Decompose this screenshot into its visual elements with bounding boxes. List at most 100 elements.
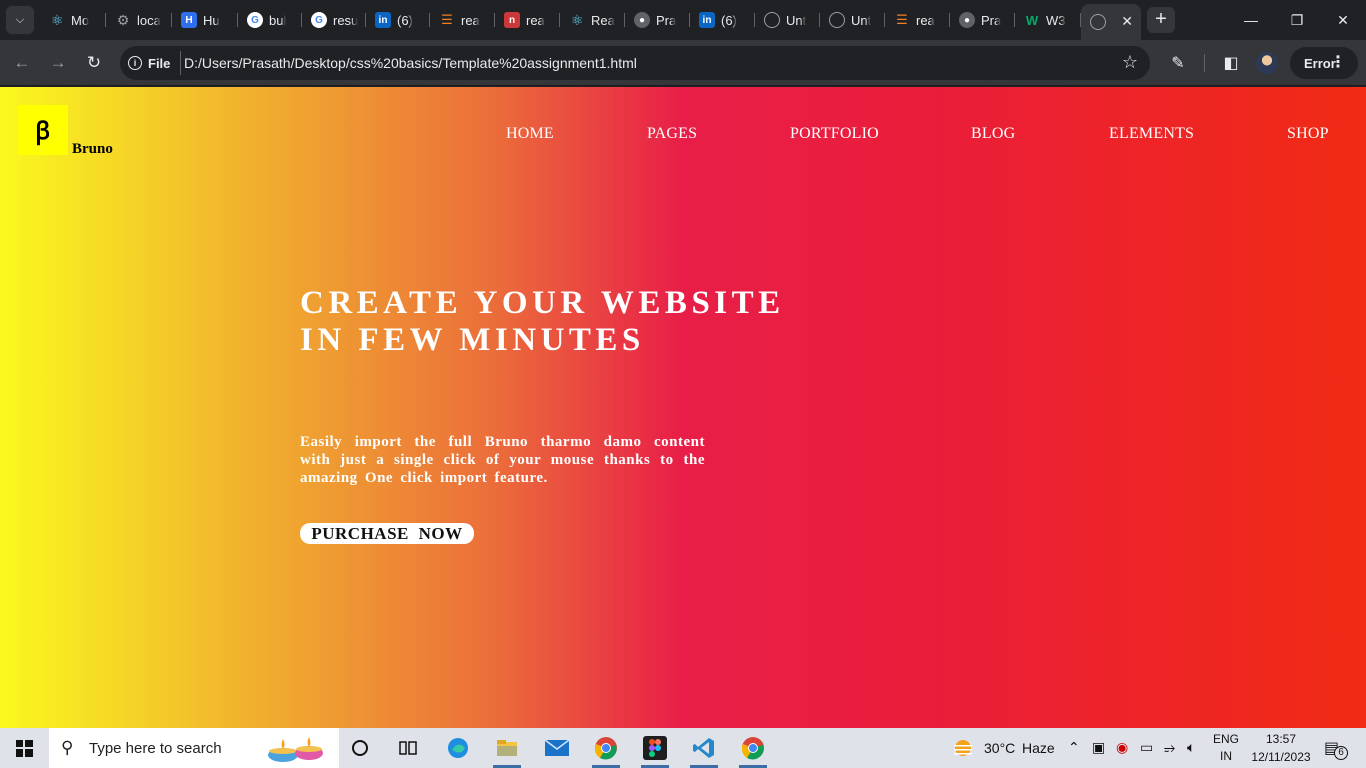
stackoverflow-icon: ☰ bbox=[441, 12, 453, 27]
tab-title: rea bbox=[526, 12, 545, 28]
brand-name: Bruno bbox=[72, 141, 113, 157]
weather-description[interactable]: Haze bbox=[1022, 740, 1055, 756]
w3schools-icon: W bbox=[1025, 12, 1039, 28]
chrome-app[interactable] bbox=[584, 728, 628, 768]
page-viewport: ꞵ Bruno HOME PAGES PORTFOLIO BLOG ELEMEN… bbox=[0, 87, 1366, 728]
npm-icon: n bbox=[504, 12, 520, 28]
address-bar[interactable]: i File D:/Users/Prasath/Desktop/css%20ba… bbox=[120, 46, 1150, 80]
hero-description: Easily import the full Bruno tharmo damo… bbox=[300, 434, 705, 486]
bookmark-star-icon[interactable]: ☆ bbox=[1122, 52, 1138, 73]
browser-tab[interactable]: ● Pra bbox=[625, 6, 690, 34]
chrome-app-2[interactable] bbox=[731, 728, 775, 768]
back-button[interactable]: ← bbox=[8, 49, 36, 77]
wifi-icon[interactable]: ⥴ bbox=[1164, 739, 1175, 756]
browser-tab[interactable]: ⚛ Rea bbox=[560, 6, 625, 34]
github-icon: ● bbox=[634, 12, 650, 28]
language-code: ENG bbox=[1212, 732, 1239, 746]
cortana-icon bbox=[352, 740, 368, 756]
gear-icon: ⚙ bbox=[116, 11, 130, 28]
task-view-button[interactable] bbox=[386, 728, 430, 768]
search-placeholder: Type here to search bbox=[89, 739, 222, 757]
camera-alert-icon[interactable]: ◉ bbox=[1116, 739, 1128, 756]
close-tab-icon[interactable]: ✕ bbox=[1121, 13, 1133, 30]
clock[interactable]: 13:57 12/11/2023 bbox=[1250, 732, 1312, 764]
reload-button[interactable]: ↻ bbox=[80, 49, 108, 77]
edge-app[interactable] bbox=[436, 728, 480, 768]
browser-tab[interactable]: ⚛ Mo bbox=[40, 6, 106, 34]
tab-title: W3 bbox=[1046, 12, 1066, 28]
tab-title: rea bbox=[916, 12, 935, 28]
start-button[interactable] bbox=[0, 728, 48, 768]
url-text[interactable]: D:/Users/Prasath/Desktop/css%20basics/Te… bbox=[184, 55, 637, 71]
forward-button[interactable]: → bbox=[44, 49, 72, 77]
nav-link-shop[interactable]: SHOP bbox=[1287, 125, 1329, 143]
tab-search-button[interactable]: ⌵ bbox=[6, 6, 34, 34]
tab-title: (6) bbox=[721, 12, 737, 28]
chrome-icon bbox=[594, 737, 617, 760]
restore-button[interactable]: ❐ bbox=[1274, 0, 1320, 40]
google-icon: G bbox=[247, 12, 263, 28]
browser-tab[interactable]: Unt bbox=[820, 6, 885, 34]
google-icon: G bbox=[311, 12, 327, 28]
extensions-icon[interactable]: ✎ bbox=[1166, 51, 1190, 75]
vscode-icon bbox=[693, 738, 714, 758]
tab-title: Unt bbox=[786, 12, 807, 28]
nav-link-pages[interactable]: PAGES bbox=[647, 125, 697, 143]
meet-now-icon[interactable]: ▣ bbox=[1092, 739, 1105, 756]
hero-title: CREATE YOUR WEBSITE IN FEW MINUTES bbox=[300, 285, 785, 359]
nav-link-portfolio[interactable]: PORTFOLIO bbox=[790, 125, 879, 143]
browser-tab[interactable]: ⚙ loca bbox=[106, 6, 172, 34]
battery-icon[interactable]: ▭ bbox=[1140, 739, 1153, 756]
nav-link-home[interactable]: HOME bbox=[506, 125, 554, 143]
error-button[interactable]: Error ⋮ bbox=[1290, 47, 1358, 79]
file-explorer-app[interactable] bbox=[485, 728, 529, 768]
task-view-icon bbox=[399, 741, 417, 755]
file-label: File bbox=[148, 55, 171, 71]
tab-title: Mo bbox=[71, 12, 90, 28]
edge-icon bbox=[448, 738, 468, 758]
browser-tab[interactable]: H Hu bbox=[172, 6, 238, 34]
nav-link-blog[interactable]: BLOG bbox=[971, 125, 1015, 143]
close-window-button[interactable]: ✕ bbox=[1320, 0, 1366, 40]
browser-tab-active[interactable]: ✕ bbox=[1081, 4, 1141, 40]
browser-toolbar: ← → ↻ i File D:/Users/Prasath/Desktop/cs… bbox=[0, 40, 1366, 86]
tab-title: rea bbox=[461, 12, 480, 28]
tab-title: bul bbox=[269, 12, 287, 28]
hackerrank-icon: H bbox=[181, 12, 197, 28]
more-menu-icon[interactable]: ⋮ bbox=[1330, 52, 1346, 72]
figma-icon bbox=[643, 736, 667, 760]
nav-link-elements[interactable]: ELEMENTS bbox=[1109, 125, 1194, 143]
tab-title: (6) bbox=[397, 12, 413, 28]
region-code: IN bbox=[1220, 749, 1232, 763]
browser-tab[interactable]: G resu bbox=[302, 6, 366, 34]
new-tab-button[interactable]: + bbox=[1147, 7, 1175, 33]
browser-tab[interactable]: in (6) bbox=[366, 6, 430, 34]
logo[interactable]: ꞵ bbox=[18, 105, 68, 155]
notification-count-badge: 6 bbox=[1334, 746, 1348, 760]
mail-app[interactable] bbox=[535, 728, 579, 768]
tab-title: resu bbox=[333, 12, 359, 28]
site-info-chip[interactable]: i File bbox=[128, 51, 182, 75]
chevron-up-icon[interactable]: ⌃ bbox=[1068, 739, 1080, 756]
browser-tab[interactable]: n rea bbox=[495, 6, 560, 34]
profile-avatar[interactable] bbox=[1256, 52, 1278, 74]
language-indicator[interactable]: ENG IN bbox=[1212, 732, 1240, 763]
browser-tab[interactable]: W W3 bbox=[1015, 6, 1081, 34]
cortana-button[interactable] bbox=[338, 728, 382, 768]
weather-temperature[interactable]: 30°C bbox=[984, 740, 1015, 756]
browser-tab[interactable]: Unt bbox=[755, 6, 820, 34]
windows-taskbar: ⚲ Type here to search 30°C Haze ⌃ ▣ ◉ ▭ … bbox=[0, 728, 1366, 768]
vscode-app[interactable] bbox=[682, 728, 726, 768]
browser-tab[interactable]: in (6) bbox=[690, 6, 755, 34]
volume-icon[interactable]: 🔈︎ bbox=[1187, 739, 1195, 756]
minimize-button[interactable]: — bbox=[1228, 0, 1274, 40]
browser-tab[interactable]: ☰ rea bbox=[885, 6, 950, 34]
browser-tab[interactable]: G bul bbox=[238, 6, 302, 34]
purchase-now-button[interactable]: PURCHASE NOW bbox=[300, 523, 474, 544]
notifications-button[interactable]: ▤ 6 bbox=[1322, 738, 1348, 760]
browser-tab[interactable]: ☰ rea bbox=[430, 6, 495, 34]
browser-tab[interactable]: ● Pra bbox=[950, 6, 1015, 34]
side-panel-icon[interactable]: ◧ bbox=[1219, 51, 1243, 75]
figma-app[interactable] bbox=[633, 728, 677, 768]
logo-glyph: ꞵ bbox=[35, 118, 51, 145]
